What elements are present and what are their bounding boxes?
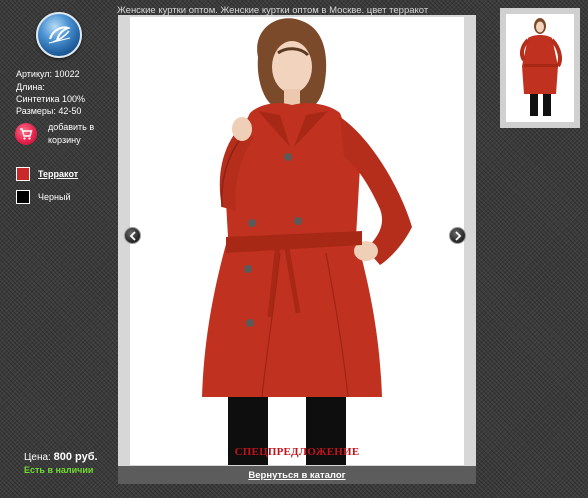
price-value: 800 руб. bbox=[53, 451, 98, 463]
prev-image-button[interactable] bbox=[124, 227, 141, 244]
chevron-left-icon bbox=[129, 231, 136, 241]
price-label: Цена: bbox=[24, 452, 51, 463]
thumbnail-frame bbox=[500, 8, 580, 128]
add-to-cart-link[interactable]: добавить в корзину bbox=[48, 121, 108, 146]
back-to-catalog-link[interactable]: Вернуться в каталог bbox=[118, 470, 476, 481]
cart-icon[interactable] bbox=[15, 123, 37, 145]
price-row: Цена: 800 руб. bbox=[24, 451, 98, 463]
thumbnail-image[interactable] bbox=[506, 14, 574, 122]
article-number: Артикул: 10022 bbox=[16, 69, 80, 79]
color-swatch-black[interactable] bbox=[16, 190, 30, 204]
sizes-text: Размеры: 42-50 bbox=[16, 106, 82, 116]
special-offer-label: СПЕЦПРЕДЛОЖЕНИЕ bbox=[234, 446, 360, 458]
site-logo[interactable] bbox=[36, 12, 82, 58]
color-option-black[interactable]: Черный bbox=[38, 192, 70, 202]
availability-status: Есть в наличии bbox=[24, 465, 94, 475]
product-photo bbox=[130, 17, 464, 465]
logo-swirl-icon bbox=[48, 26, 71, 44]
color-swatch-terracotta[interactable] bbox=[16, 167, 30, 181]
chevron-right-icon bbox=[455, 231, 462, 241]
next-image-button[interactable] bbox=[449, 227, 466, 244]
color-option-terracotta[interactable]: Терракот bbox=[38, 169, 78, 179]
